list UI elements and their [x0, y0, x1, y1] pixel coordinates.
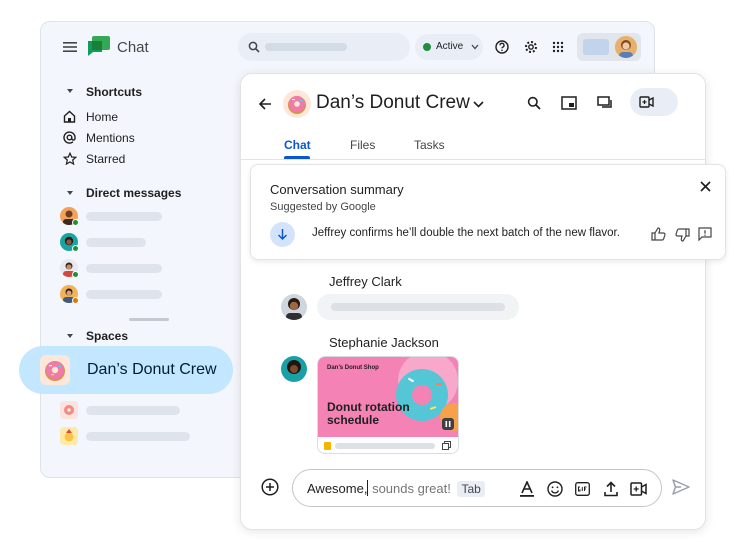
- emoji-icon[interactable]: [547, 481, 563, 497]
- message-input[interactable]: Awesome, sounds great! Tab: [292, 469, 662, 507]
- message-avatar-stephanie[interactable]: [281, 356, 307, 382]
- chat-logo-icon: [88, 36, 110, 56]
- summary-title: Conversation summary: [270, 182, 404, 197]
- message-input-text: Awesome, sounds great! Tab: [307, 480, 485, 497]
- slides-file-icon: [324, 442, 331, 450]
- tab-chat[interactable]: Chat: [284, 138, 311, 152]
- gif-icon[interactable]: [575, 482, 590, 496]
- sidebar-item-mentions[interactable]: Mentions: [86, 131, 135, 145]
- menu-icon[interactable]: [63, 41, 77, 53]
- search-icon[interactable]: [527, 96, 541, 110]
- copy-icon[interactable]: [442, 441, 451, 450]
- sidebar-space-selected[interactable]: Dan’s Donut Crew: [19, 346, 233, 394]
- tab-files[interactable]: Files: [350, 138, 375, 152]
- space-avatar-donut-icon: [283, 90, 311, 118]
- dm-status-dot-1: [72, 219, 79, 226]
- thumbs-up-icon[interactable]: [651, 227, 666, 241]
- selected-space-label: Dan’s Donut Crew: [87, 361, 217, 378]
- message-sender-1: Jeffrey Clark: [329, 274, 402, 289]
- dm-name-placeholder-1: [86, 212, 162, 221]
- dm-status-dot-4: [72, 297, 79, 304]
- card-pause-icon[interactable]: [442, 418, 454, 430]
- add-circle-icon[interactable]: [261, 478, 279, 496]
- message-avatar-jeffrey[interactable]: [281, 294, 307, 320]
- sidebar-item-starred[interactable]: Starred: [86, 152, 125, 166]
- card-headline: Donut rotation schedule: [327, 400, 410, 427]
- dm-caret-icon[interactable]: [67, 191, 73, 195]
- org-logo-placeholder: [583, 39, 609, 55]
- space-icon-3[interactable]: [60, 427, 78, 445]
- arrow-down-icon: [277, 228, 288, 241]
- picture-in-picture-icon[interactable]: [561, 96, 577, 110]
- spaces-heading[interactable]: Spaces: [86, 329, 128, 343]
- space-title[interactable]: Dan’s Donut Crew: [316, 92, 470, 114]
- card-filename-placeholder: [335, 443, 435, 449]
- space-window: Dan’s Donut Crew Chat Files Tasks Jeffre…: [240, 73, 706, 530]
- message-bubble-1[interactable]: [317, 294, 519, 320]
- video-call-button[interactable]: [630, 88, 678, 116]
- shortcuts-caret-icon[interactable]: [67, 89, 73, 93]
- back-arrow-icon[interactable]: [258, 97, 272, 111]
- thumbs-down-icon[interactable]: [675, 228, 690, 242]
- search-bar[interactable]: [238, 33, 410, 61]
- space-name-placeholder-3: [86, 432, 190, 441]
- status-label: Active: [436, 41, 464, 52]
- search-placeholder-bar: [265, 43, 347, 51]
- shortcuts-heading[interactable]: Shortcuts: [86, 85, 142, 99]
- spaces-caret-icon[interactable]: [67, 334, 73, 338]
- conversation-summary-card: Conversation summary Suggested by Google…: [250, 164, 726, 260]
- donut-icon: [40, 355, 70, 385]
- dm-heading[interactable]: Direct messages: [86, 186, 181, 200]
- text-format-icon[interactable]: [520, 481, 534, 497]
- threads-icon[interactable]: [597, 96, 613, 110]
- dm-name-placeholder-2: [86, 238, 146, 247]
- status-chip[interactable]: Active: [415, 34, 483, 60]
- dm-status-dot-2: [72, 245, 79, 252]
- expand-summary-button[interactable]: [270, 222, 295, 247]
- dm-status-dot-3: [72, 271, 79, 278]
- attachment-card[interactable]: Dan’s Donut Shop Donut rotation schedule: [317, 356, 459, 454]
- close-icon[interactable]: [700, 181, 711, 192]
- typed-text: Awesome,: [307, 481, 368, 496]
- smart-compose-suggestion: sounds great!: [368, 481, 451, 496]
- space-icon-2[interactable]: [60, 401, 78, 419]
- space-name-placeholder-2: [86, 406, 180, 415]
- summary-text: Jeffrey confirms he’ll double the next b…: [312, 227, 620, 239]
- feedback-icon[interactable]: [698, 227, 712, 241]
- apps-grid-icon[interactable]: [552, 41, 564, 53]
- help-icon[interactable]: [495, 40, 509, 54]
- tabs-divider: [241, 159, 705, 160]
- sidebar-item-home[interactable]: Home: [86, 110, 118, 124]
- message-text-placeholder-1: [331, 303, 505, 311]
- tab-hint-chip: Tab: [457, 481, 485, 497]
- title-chevron-down-icon[interactable]: [473, 101, 484, 108]
- star-icon: [63, 152, 77, 166]
- message-sender-2: Stephanie Jackson: [329, 335, 439, 350]
- video-add-icon: [639, 96, 654, 108]
- section-divider[interactable]: [129, 318, 169, 321]
- dm-name-placeholder-4: [86, 290, 162, 299]
- tab-tasks[interactable]: Tasks: [414, 138, 445, 152]
- upload-icon[interactable]: [604, 481, 618, 497]
- at-icon: [63, 131, 76, 144]
- send-icon[interactable]: [672, 479, 690, 495]
- chevron-down-icon: [471, 44, 479, 50]
- home-icon: [63, 110, 76, 123]
- account-avatar[interactable]: [615, 36, 637, 58]
- app-name: Chat: [117, 39, 149, 56]
- search-icon: [248, 41, 260, 53]
- gear-icon[interactable]: [524, 40, 538, 54]
- card-kicker: Dan’s Donut Shop: [327, 365, 379, 371]
- status-dot: [423, 43, 431, 51]
- video-meeting-icon[interactable]: [630, 482, 647, 496]
- summary-subtitle: Suggested by Google: [270, 201, 376, 213]
- account-area[interactable]: [577, 33, 641, 61]
- dm-name-placeholder-3: [86, 264, 162, 273]
